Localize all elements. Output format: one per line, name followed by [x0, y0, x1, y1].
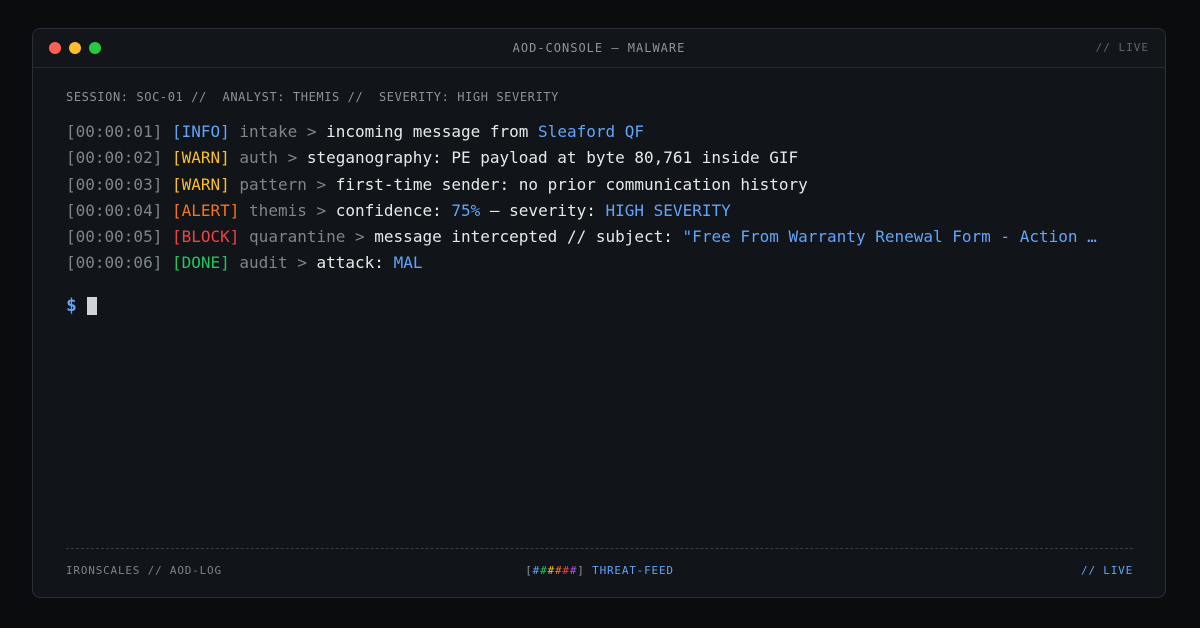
log-highlight-severity: HIGH SEVERITY	[605, 200, 731, 220]
log-message: message intercepted // subject:	[374, 227, 673, 247]
log-message: incoming message from	[326, 122, 529, 141]
log-line: [00:00:03] [WARN] pattern > first-time s…	[66, 172, 1136, 198]
log-message: confidence:	[335, 200, 442, 220]
log-line: [00:00:04] [ALERT] themis > confidence: …	[66, 198, 1136, 224]
log-source: pattern >	[239, 174, 327, 194]
log-highlight: 75%	[451, 200, 481, 220]
log-level: [BLOCK]	[171, 227, 240, 247]
window-title: AOD-CONSOLE — MALWARE	[512, 41, 686, 55]
threat-feed: [######] THREAT-FEED	[66, 564, 1133, 577]
log-line: [00:00:06] [DONE] audit > attack: MAL	[66, 250, 1136, 276]
log-timestamp: [00:00:06]	[66, 253, 163, 273]
feed-bar-segment: #	[562, 564, 570, 577]
log-level: [WARN]	[171, 148, 230, 168]
log-level: [WARN]	[171, 174, 230, 194]
log-level: [ALERT]	[171, 200, 240, 220]
status-footer: IRONSCALES // AOD-LOG [######] THREAT-FE…	[66, 548, 1133, 577]
prompt-symbol: $	[66, 294, 77, 316]
console-window: AOD-CONSOLE — MALWARE // LIVE SESSION: S…	[32, 28, 1166, 598]
log-source: audit >	[239, 253, 307, 273]
log-message: first-time sender: no prior communicatio…	[335, 174, 808, 194]
log-timestamp: [00:00:04]	[66, 200, 163, 220]
log-line: [00:00:02] [WARN] auth > steganography: …	[66, 145, 1136, 171]
log-source: auth >	[239, 148, 298, 168]
log-message-tail: — severity:	[480, 200, 606, 220]
text-cursor[interactable]	[86, 296, 97, 315]
log-level: [INFO]	[171, 122, 230, 141]
log-output: [00:00:01] [INFO] intake > incoming mess…	[66, 119, 1133, 277]
command-prompt[interactable]: $	[66, 293, 1133, 319]
log-highlight: MAL	[393, 253, 423, 273]
log-timestamp: [00:00:02]	[66, 148, 163, 168]
feed-bar: ######	[533, 564, 578, 577]
log-source: intake >	[239, 122, 317, 141]
log-timestamp: [00:00:03]	[66, 174, 163, 194]
log-message: attack:	[316, 253, 384, 273]
footer-live-status: // LIVE	[1081, 564, 1133, 577]
log-message: steganography: PE payload at byte 80,761…	[306, 148, 799, 168]
feed-label: THREAT-FEED	[592, 564, 674, 577]
log-line: [00:00:01] [INFO] intake > incoming mess…	[66, 119, 1136, 145]
feed-bar-segment: #	[540, 564, 548, 577]
console-body: SESSION: SOC-01 // ANALYST: THEMIS // SE…	[66, 87, 1133, 319]
log-source: quarantine >	[249, 227, 365, 247]
feed-bracket-open: [	[525, 564, 533, 577]
log-line: [00:00:05] [BLOCK] quarantine > message …	[66, 224, 1136, 250]
log-highlight: Sleaford QF	[538, 122, 645, 141]
log-timestamp: [00:00:05]	[66, 227, 163, 247]
live-status: // LIVE	[1095, 41, 1149, 54]
feed-bracket-close: ]	[577, 564, 585, 577]
title-bar: AOD-CONSOLE — MALWARE // LIVE	[33, 29, 1165, 68]
log-level: [DONE]	[171, 253, 230, 273]
feed-bar-segment: #	[532, 564, 541, 577]
feed-bar-segment: #	[547, 564, 555, 577]
log-source: themis >	[249, 200, 327, 220]
log-highlight: "Free From Warranty Renewal Form - Actio…	[682, 227, 1097, 247]
log-timestamp: [00:00:01]	[66, 122, 163, 141]
session-info: SESSION: SOC-01 // ANALYST: THEMIS // SE…	[66, 90, 559, 104]
